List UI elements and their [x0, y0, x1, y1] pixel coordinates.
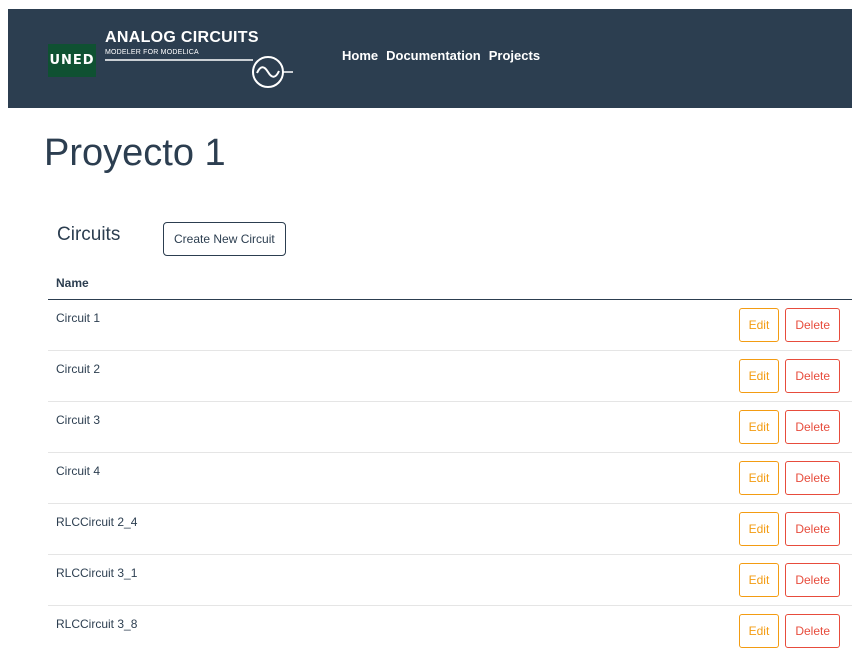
nav-home[interactable]: Home [342, 48, 378, 63]
row-actions: Edit Delete [738, 563, 840, 597]
delete-button[interactable]: Delete [785, 563, 840, 597]
edit-button[interactable]: Edit [738, 461, 780, 495]
circuit-name: Circuit 2 [56, 362, 101, 376]
table-row: RLCCircuit 2_4 Edit Delete [48, 504, 852, 555]
circuit-name: RLCCircuit 2_4 [56, 515, 138, 529]
nav-links: Home Documentation Projects [342, 48, 540, 63]
navbar: UNED ANALOG CIRCUITS MODELER FOR MODELIC… [8, 9, 852, 108]
table-row: Circuit 3 Edit Delete [48, 402, 852, 453]
brand-logo[interactable]: UNED ANALOG CIRCUITS MODELER FOR MODELIC… [48, 29, 328, 89]
sine-wave-icon [105, 56, 293, 88]
delete-button[interactable]: Delete [785, 512, 840, 546]
delete-button[interactable]: Delete [785, 461, 840, 495]
delete-button[interactable]: Delete [785, 614, 840, 648]
delete-button[interactable]: Delete [785, 410, 840, 444]
row-actions: Edit Delete [738, 614, 840, 648]
circuit-name: Circuit 3 [56, 413, 101, 427]
circuit-name: Circuit 4 [56, 464, 101, 478]
circuits-heading: Circuits [57, 224, 121, 245]
circuits-table: Name Circuit 1 Edit Delete Circuit 2 Edi… [48, 271, 852, 657]
table-row: RLCCircuit 3_8 Edit Delete [48, 606, 852, 657]
row-actions: Edit Delete [738, 359, 840, 393]
edit-button[interactable]: Edit [738, 614, 780, 648]
edit-button[interactable]: Edit [738, 563, 780, 597]
circuit-name: Circuit 1 [56, 311, 101, 325]
table-row: Circuit 1 Edit Delete [48, 300, 852, 351]
brand-title: ANALOG CIRCUITS [105, 29, 259, 46]
nav-projects[interactable]: Projects [489, 48, 540, 63]
row-actions: Edit Delete [738, 308, 840, 342]
create-new-circuit-button[interactable]: Create New Circuit [163, 222, 286, 256]
row-actions: Edit Delete [738, 512, 840, 546]
circuit-name: RLCCircuit 3_1 [56, 566, 138, 580]
row-actions: Edit Delete [738, 461, 840, 495]
uned-logo: UNED [48, 44, 96, 77]
circuit-name: RLCCircuit 3_8 [56, 617, 138, 631]
edit-button[interactable]: Edit [738, 308, 780, 342]
column-header-name: Name [48, 271, 852, 300]
table-row: Circuit 4 Edit Delete [48, 453, 852, 504]
row-actions: Edit Delete [738, 410, 840, 444]
edit-button[interactable]: Edit [738, 359, 780, 393]
page-title: Proyecto 1 [44, 132, 226, 174]
edit-button[interactable]: Edit [738, 410, 780, 444]
delete-button[interactable]: Delete [785, 359, 840, 393]
table-row: RLCCircuit 3_1 Edit Delete [48, 555, 852, 606]
delete-button[interactable]: Delete [785, 308, 840, 342]
nav-documentation[interactable]: Documentation [386, 48, 481, 63]
table-row: Circuit 2 Edit Delete [48, 351, 852, 402]
edit-button[interactable]: Edit [738, 512, 780, 546]
